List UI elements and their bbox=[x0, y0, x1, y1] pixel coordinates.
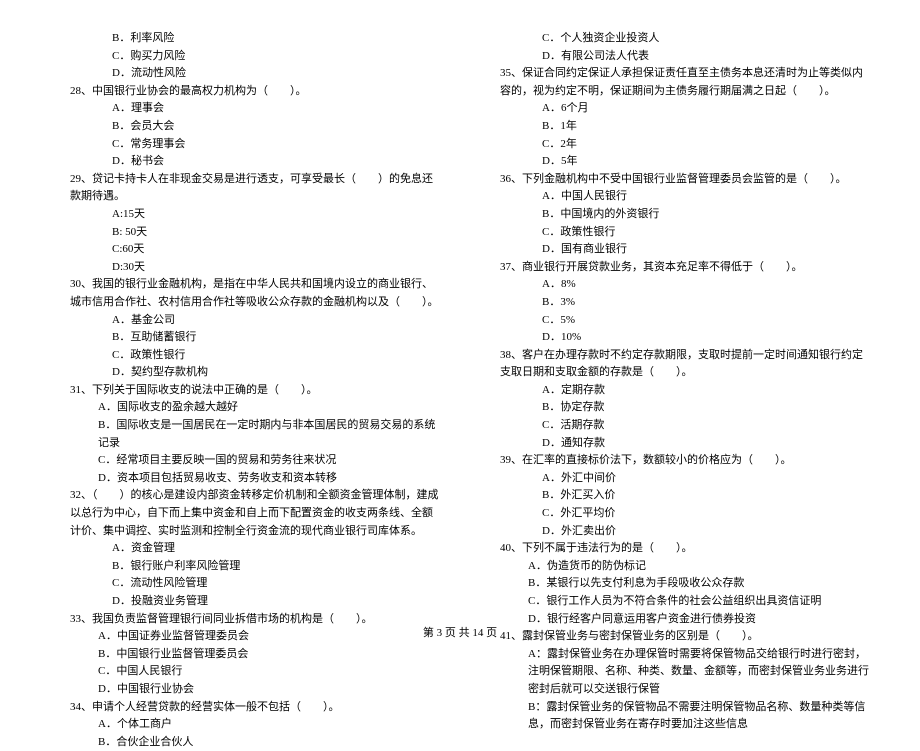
option-text: D．资本项目包括贸易收支、劳务收支和资本转移 bbox=[50, 470, 440, 488]
option-text: A．基金公司 bbox=[50, 312, 440, 330]
option-text: A：露封保管业务在办理保管时需要将保管物品交给银行时进行密封，注明保管期限、名称… bbox=[480, 646, 870, 699]
option-text: C．2年 bbox=[480, 136, 870, 154]
option-text: C．政策性银行 bbox=[50, 347, 440, 365]
option-text: B．某银行以先支付利息为手段吸收公众存款 bbox=[480, 575, 870, 593]
option-text: D．契约型存款机构 bbox=[50, 364, 440, 382]
option-text: A．外汇中间价 bbox=[480, 470, 870, 488]
option-text: B．1年 bbox=[480, 118, 870, 136]
option-text: C．流动性风险管理 bbox=[50, 575, 440, 593]
option-text: B．会员大会 bbox=[50, 118, 440, 136]
option-text: A．国际收支的盈余越大越好 bbox=[50, 399, 440, 417]
question-39: 39、在汇率的直接标价法下，数额较小的价格应为（ ）。 bbox=[480, 452, 870, 470]
option-text: A．理事会 bbox=[50, 100, 440, 118]
option-text: C．经常项目主要反映一国的贸易和劳务往来状况 bbox=[50, 452, 440, 470]
question-38: 38、客户在办理存款时不约定存款期限，支取时提前一定时间通知银行约定支取日期和支… bbox=[480, 347, 870, 382]
option-text: D．10% bbox=[480, 329, 870, 347]
option-text: B．外汇买入价 bbox=[480, 487, 870, 505]
option-text: B: 50天 bbox=[50, 224, 440, 242]
left-column: B．利率风险 C．购买力风险 D．流动性风险 28、中国银行业协会的最高权力机构… bbox=[50, 30, 440, 610]
option-text: A．8% bbox=[480, 276, 870, 294]
option-text: C．常务理事会 bbox=[50, 136, 440, 154]
option-text: A．中国人民银行 bbox=[480, 188, 870, 206]
option-text: D．秘书会 bbox=[50, 153, 440, 171]
question-37: 37、商业银行开展贷款业务，其资本充足率不得低于（ ）。 bbox=[480, 259, 870, 277]
question-28: 28、中国银行业协会的最高权力机构为（ ）。 bbox=[50, 83, 440, 101]
option-text: C．政策性银行 bbox=[480, 224, 870, 242]
option-text: A:15天 bbox=[50, 206, 440, 224]
option-text: D．投融资业务管理 bbox=[50, 593, 440, 611]
option-text: D．外汇卖出价 bbox=[480, 523, 870, 541]
question-40: 40、下列不属于违法行为的是（ ）。 bbox=[480, 540, 870, 558]
option-text: B．中国境内的外资银行 bbox=[480, 206, 870, 224]
option-text: C．活期存款 bbox=[480, 417, 870, 435]
option-text: B．中国银行业监督管理委员会 bbox=[50, 646, 440, 664]
option-text: A．个体工商户 bbox=[50, 716, 440, 734]
option-text: B：露封保管业务的保管物品不需要注明保管物品名称、数量种类等信息，而密封保管业务… bbox=[480, 699, 870, 734]
question-35: 35、保证合同约定保证人承担保证责任直至主债务本息还清时为止等类似内容的，视为约… bbox=[480, 65, 870, 100]
option-text: B．利率风险 bbox=[50, 30, 440, 48]
right-column: C．个人独资企业投资人 D．有限公司法人代表 35、保证合同约定保证人承担保证责… bbox=[480, 30, 870, 610]
option-text: D．有限公司法人代表 bbox=[480, 48, 870, 66]
question-32: 32、（ ）的核心是建设内部资金转移定价机制和全额资金管理体制，建成以总行为中心… bbox=[50, 487, 440, 540]
option-text: D．国有商业银行 bbox=[480, 241, 870, 259]
page-footer: 第 3 页 共 14 页 bbox=[0, 624, 920, 640]
question-30: 30、我国的银行业金融机构，是指在中华人民共和国境内设立的商业银行、城市信用合作… bbox=[50, 276, 440, 311]
question-36: 36、下列金融机构中不受中国银行业监督管理委员会监管的是（ ）。 bbox=[480, 171, 870, 189]
option-text: D．通知存款 bbox=[480, 435, 870, 453]
option-text: B．协定存款 bbox=[480, 399, 870, 417]
option-text: C．银行工作人员为不符合条件的社会公益组织出具资信证明 bbox=[480, 593, 870, 611]
option-text: B．银行账户利率风险管理 bbox=[50, 558, 440, 576]
option-text: C．外汇平均价 bbox=[480, 505, 870, 523]
option-text: C．5% bbox=[480, 312, 870, 330]
option-text: B．互助储蓄银行 bbox=[50, 329, 440, 347]
option-text: B．国际收支是一国居民在一定时期内与非本国居民的贸易交易的系统记录 bbox=[50, 417, 440, 452]
option-text: A．定期存款 bbox=[480, 382, 870, 400]
question-34: 34、申请个人经营贷款的经营实体一般不包括（ ）。 bbox=[50, 699, 440, 717]
question-29: 29、贷记卡持卡人在非现金交易是进行透支，可享受最长（ ）的免息还款期待遇。 bbox=[50, 171, 440, 206]
option-text: D．5年 bbox=[480, 153, 870, 171]
option-text: B．3% bbox=[480, 294, 870, 312]
option-text: A．6个月 bbox=[480, 100, 870, 118]
option-text: B．合伙企业合伙人 bbox=[50, 734, 440, 751]
question-31: 31、下列关于国际收支的说法中正确的是（ ）。 bbox=[50, 382, 440, 400]
option-text: D．中国银行业协会 bbox=[50, 681, 440, 699]
option-text: C．购买力风险 bbox=[50, 48, 440, 66]
option-text: C．中国人民银行 bbox=[50, 663, 440, 681]
document-columns: B．利率风险 C．购买力风险 D．流动性风险 28、中国银行业协会的最高权力机构… bbox=[50, 30, 870, 610]
option-text: C．个人独资企业投资人 bbox=[480, 30, 870, 48]
option-text: A．资金管理 bbox=[50, 540, 440, 558]
option-text: A．伪造货币的防伪标记 bbox=[480, 558, 870, 576]
option-text: D:30天 bbox=[50, 259, 440, 277]
option-text: D．流动性风险 bbox=[50, 65, 440, 83]
option-text: C:60天 bbox=[50, 241, 440, 259]
